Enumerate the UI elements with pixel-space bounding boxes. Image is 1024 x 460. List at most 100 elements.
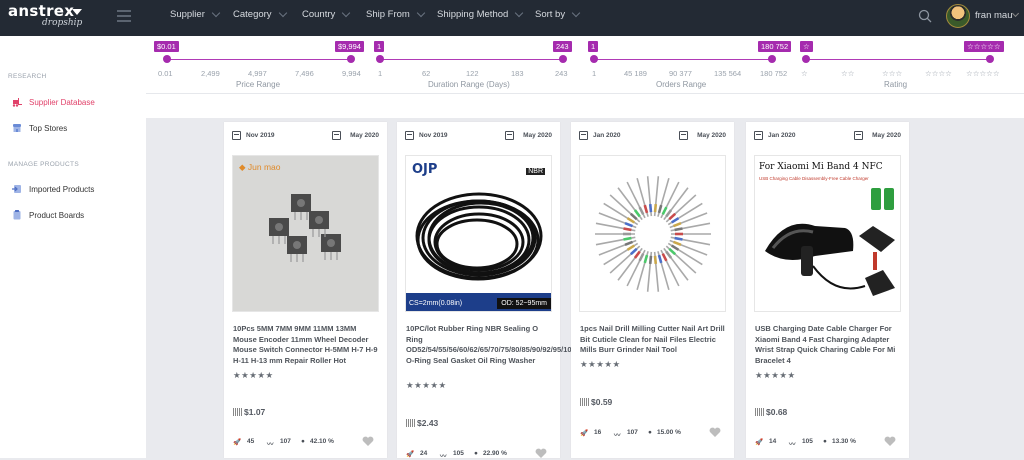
logo[interactable]: anstrex dropship [8,2,98,32]
drill-bit-head [626,244,635,251]
product-image[interactable]: OJP NBR CS=2mm(0.08in) OD: 52~95mm [405,155,552,312]
avatar[interactable] [946,4,970,28]
drill-bit-head [638,253,645,262]
drill-bit-head [633,250,641,259]
rating-stars: ★★★★★ [580,359,621,369]
filter-bar: $0.01 $9,994 0.01 2,499 4,997 7,496 9,99… [146,36,1024,94]
product-title[interactable]: USB Charging Date Cable Charger For Xiao… [755,324,902,366]
product-stats: 🚀 16 〰 107 ● 15.00 % [580,427,727,439]
nav-country[interactable]: Country [302,8,351,20]
product-image[interactable]: For Xiaomi Mi Band 4 NFC USB Charging Ca… [754,155,901,312]
drill-bit-head [661,253,668,262]
encoder-parts-image [269,194,341,262]
drill-bit-head [673,240,682,247]
price-min-tag: $0.01 [154,41,179,52]
product-title[interactable]: 10PC/lot Rubber Ring NBR Sealing O Ring … [406,324,596,366]
product-title[interactable]: 1pcs Nail Drill Milling Cutter Nail Art … [580,324,727,356]
product-price: $0.59 [580,397,612,407]
drill-bit-head [665,250,673,259]
price-value: $1.07 [244,407,266,417]
duration-range-title: Duration Range (Days) [428,80,510,89]
duration-range-slider[interactable]: 1 243 1 62 122 183 243 Duration Range (D… [374,36,574,94]
duration-min-handle[interactable] [376,55,384,63]
drill-bit-head [633,209,641,218]
chevron-down-icon [571,8,581,18]
drill-bit-head [623,236,632,241]
drill-bit-head [629,212,638,221]
nav-ship-from[interactable]: Ship From [366,8,426,20]
nav-shipping-method[interactable]: Shipping Method [437,8,524,20]
sidebar-item-top-stores[interactable]: Top Stores [0,115,146,141]
username[interactable]: fran mau [975,10,1013,21]
sidebar-item-supplier-database[interactable]: Supplier Database [0,89,146,115]
rate-value: 22.90 % [483,450,507,457]
rating-range-track [806,59,990,60]
product-card[interactable]: Nov 2019 May 2020 ◆ Jun mao 10Pcs 5MM 7M… [224,122,387,458]
sidebar-item-label: Top Stores [29,123,68,133]
rating-max-handle[interactable] [986,55,994,63]
chevron-down-icon[interactable] [1011,9,1020,18]
nav-country-label: Country [302,9,336,20]
trend-icon: 〰 [614,432,621,439]
rocket-icon: 🚀 [755,439,764,446]
orders-range-track [594,59,774,60]
rating-range-title: Rating [884,80,908,89]
rating-min-handle[interactable] [802,55,810,63]
product-price: $1.07 [233,407,265,417]
search-icon[interactable] [918,9,932,23]
price-value: $0.59 [591,397,613,407]
nav-sort-by[interactable]: Sort by [535,8,581,20]
chevron-down-icon [211,8,221,18]
filter-spacer [146,94,1024,118]
rate-value: 42.10 % [310,438,334,445]
price-tick: 4,997 [248,69,267,78]
price-max-handle[interactable] [347,55,355,63]
date-row: Nov 2019 May 2020 [405,131,552,143]
drill-bit-head [626,217,635,224]
sidebar-item-imported-products[interactable]: Imported Products [0,176,146,202]
date-row: Jan 2020 May 2020 [579,131,726,143]
drill-bit-head [673,221,682,228]
top-bar: anstrex dropship Supplier Category Count… [0,0,1024,36]
product-card[interactable]: Jan 2020 May 2020 For Xiaomi Mi Band 4 N… [746,122,909,458]
price-min-handle[interactable] [163,55,171,63]
product-title[interactable]: 10Pcs 5MM 7MM 9MM 11MM 13MM Mouse Encode… [233,324,380,366]
product-stats: 🚀 14 〰 105 ● 13.30 % [755,436,902,448]
drill-bit-head [624,221,633,228]
rate-value: 13.30 % [832,438,856,445]
price-range-slider[interactable]: $0.01 $9,994 0.01 2,499 4,997 7,496 9,99… [154,36,364,94]
orders-count: 45 [247,438,255,445]
image-caption: ◆ Jun mao [239,162,281,172]
nav-ship-from-label: Ship From [366,9,410,20]
menu-toggle-icon[interactable] [117,10,131,24]
duration-max-tag: 243 [553,41,572,52]
orders-range-slider[interactable]: 1 180 752 1 45 189 90 377 135 564 180 75… [588,36,793,94]
heart-icon[interactable] [535,448,547,459]
price-range-title: Price Range [236,80,281,89]
orders-min-handle[interactable] [590,55,598,63]
board-icon [13,210,21,220]
orders-max-handle[interactable] [768,55,776,63]
drill-bit-head [653,255,658,264]
trend-value: 105 [453,450,464,457]
rating-tick: ☆☆☆ [882,69,903,78]
date-row: Jan 2020 May 2020 [754,131,901,143]
product-image[interactable]: ◆ Jun mao [232,155,379,312]
product-image[interactable] [579,155,726,312]
duration-max-handle[interactable] [559,55,567,63]
price-tick: 0.01 [158,69,173,78]
heart-icon[interactable] [709,427,721,438]
heart-icon[interactable] [362,436,374,447]
nav-supplier[interactable]: Supplier [170,8,221,20]
heart-icon[interactable] [884,436,896,447]
price-tick: 7,496 [295,69,314,78]
date-from: Nov 2019 [419,132,448,139]
image-caption-text: Jun mao [247,162,281,172]
rating-range-slider[interactable]: ☆ ☆☆☆☆☆ ☆ ☆☆ ☆☆☆ ☆☆☆☆ ☆☆☆☆☆ Rating [800,36,1020,94]
trend-icon: 〰 [789,441,796,448]
product-card[interactable]: Jan 2020 May 2020 1pcs Nail Drill Millin… [571,122,734,458]
orders-tick: 135 564 [714,69,742,78]
sidebar-item-product-boards[interactable]: Product Boards [0,202,146,228]
product-card[interactable]: Nov 2019 May 2020 OJP NBR CS=2mm(0.08in)… [397,122,596,460]
nav-category[interactable]: Category [233,8,287,20]
